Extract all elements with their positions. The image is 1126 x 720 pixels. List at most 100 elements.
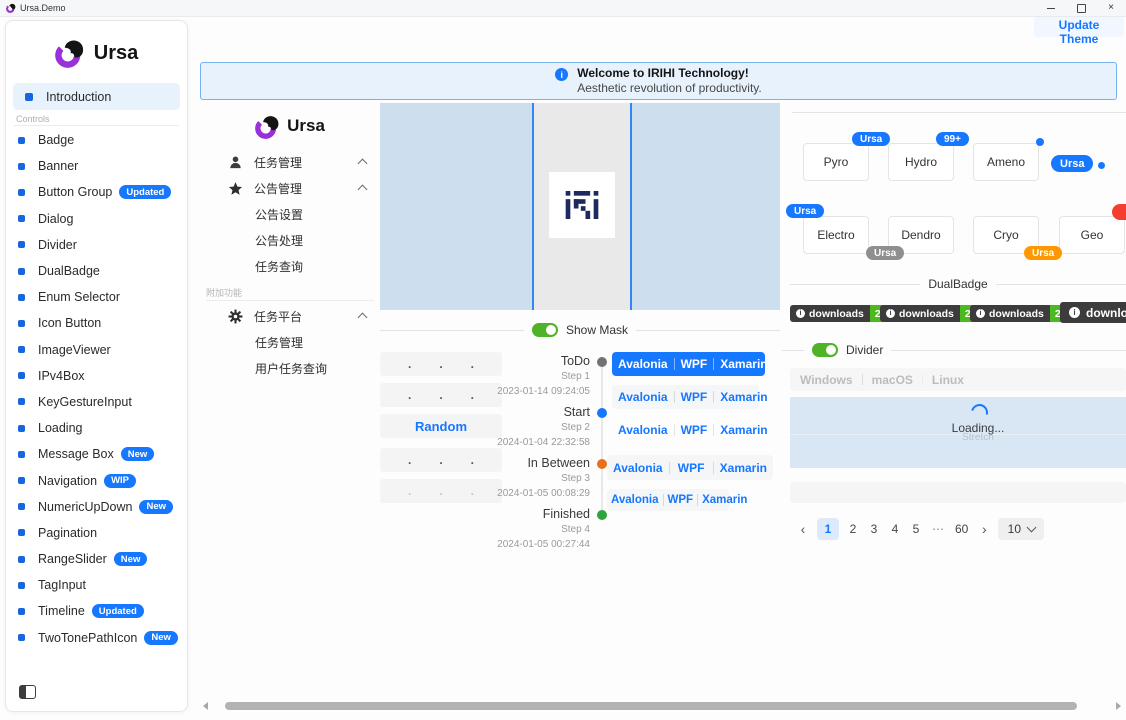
button-group-disabled: Windows macOS Linux	[790, 368, 1126, 391]
bullet-icon	[18, 398, 25, 405]
sidebar-item-twotonepathicon[interactable]: TwoTonePathIconNew	[6, 625, 187, 651]
sidebar-item-button-group[interactable]: Button GroupUpdated	[6, 179, 187, 205]
sidebar-item-message-box[interactable]: Message BoxNew	[6, 441, 187, 467]
ursa-logo-icon	[55, 38, 85, 68]
page-size-select[interactable]: 10	[998, 518, 1044, 540]
maximize-icon	[1077, 4, 1086, 13]
user-icon	[228, 155, 243, 170]
button-group-borderless: Avalonia WPF Xamarin	[612, 419, 765, 441]
scroll-right-arrow[interactable]	[1116, 702, 1121, 710]
xamarin-button[interactable]: Xamarin	[714, 357, 773, 371]
sidebar-item-badge[interactable]: Badge	[6, 127, 187, 153]
prev-page-button[interactable]: ‹	[796, 518, 810, 540]
menu-item-announcement-management[interactable]: 公告管理	[200, 175, 380, 201]
page-button-1[interactable]: 1	[817, 518, 839, 540]
sidebar-item-pagination[interactable]: Pagination	[6, 520, 187, 546]
more-pages-button[interactable]: ⋯	[930, 518, 946, 540]
divider	[782, 350, 804, 351]
menu-item-task-management-2[interactable]: 任务管理	[200, 329, 380, 355]
page-button-3[interactable]: 3	[867, 518, 881, 540]
minimize-button[interactable]	[1036, 0, 1066, 16]
divider	[996, 284, 1126, 285]
sidebar-item-ipv4box[interactable]: IPv4Box	[6, 363, 187, 389]
avalonia-button[interactable]: Avalonia	[607, 461, 669, 475]
sidebar-section-controls: Controls	[16, 114, 187, 124]
chevron-up-icon	[358, 185, 368, 195]
image-viewer[interactable]	[380, 103, 780, 310]
menu-item-announcement-settings[interactable]: 公告设置	[200, 201, 380, 227]
avalonia-button[interactable]: Avalonia	[612, 390, 674, 404]
xamarin-button[interactable]: Xamarin	[714, 390, 773, 404]
sidebar-item-banner[interactable]: Banner	[6, 153, 187, 179]
button-group-light: Avalonia WPF Xamarin	[612, 385, 759, 409]
wpf-button[interactable]: WPF	[675, 390, 714, 404]
bullet-icon	[18, 163, 25, 170]
sidebar-item-introduction[interactable]: Introduction	[13, 83, 180, 110]
bullet-icon	[18, 294, 25, 301]
sidebar-item-icon-button[interactable]: Icon Button	[6, 310, 187, 336]
sidebar-collapse-button[interactable]	[19, 685, 36, 699]
page-button-2[interactable]: 2	[846, 518, 860, 540]
avalonia-button[interactable]: Avalonia	[607, 494, 663, 506]
timeline-rail	[601, 365, 603, 515]
app-window: Ursa.Demo × Ursa Introduction Controls B…	[0, 0, 1126, 720]
close-icon: ×	[1108, 3, 1114, 13]
xamarin-button[interactable]: Xamarin	[714, 423, 773, 437]
wpf-button[interactable]: WPF	[675, 423, 714, 437]
next-page-button[interactable]: ›	[977, 518, 991, 540]
menu-item-task-query[interactable]: 任务查询	[200, 253, 380, 279]
sidebar-item-dualbadge[interactable]: DualBadge	[6, 258, 187, 284]
menu-item-announcement-processing[interactable]: 公告处理	[200, 227, 380, 253]
sidebar-item-enum-selector[interactable]: Enum Selector	[6, 284, 187, 310]
bullet-icon	[18, 268, 25, 275]
menu-item-task-management[interactable]: 任务管理	[200, 149, 380, 175]
menu-item-user-task-query[interactable]: 用户任务查询	[200, 355, 380, 381]
sidebar-item-navigation[interactable]: NavigationWIP	[6, 467, 187, 493]
page-button-4[interactable]: 4	[888, 518, 902, 540]
divider-toggle[interactable]	[812, 343, 838, 357]
bullet-icon	[18, 529, 25, 536]
sidebar-item-keygestureinput[interactable]: KeyGestureInput	[6, 389, 187, 415]
sidebar-item-taginput[interactable]: TagInput	[6, 572, 187, 598]
ursa-badge: Ursa	[786, 204, 824, 218]
placeholder-bar	[790, 482, 1126, 503]
show-mask-toggle[interactable]	[532, 323, 558, 337]
button-group-solid: Avalonia WPF Xamarin	[612, 352, 765, 376]
button-group-wide: Avalonia WPF Xamarin	[607, 455, 773, 480]
sidebar-item-imageviewer[interactable]: ImageViewer	[6, 337, 187, 363]
xamarin-button[interactable]: Xamarin	[698, 494, 751, 506]
sidebar-item-timeline[interactable]: TimelineUpdated	[6, 598, 187, 624]
divider	[380, 330, 524, 331]
avalonia-button[interactable]: Avalonia	[612, 357, 674, 371]
wpf-button[interactable]: WPF	[675, 357, 714, 371]
xamarin-button[interactable]: Xamarin	[714, 461, 773, 475]
scroll-left-arrow[interactable]	[203, 702, 208, 710]
maximize-button[interactable]	[1066, 0, 1096, 16]
update-theme-button[interactable]: Update Theme	[1034, 17, 1124, 37]
wpf-button[interactable]: WPF	[670, 461, 713, 475]
sidebar-item-loading[interactable]: Loading	[6, 415, 187, 441]
info-icon: i	[976, 309, 985, 318]
sidebar-item-numericupdown[interactable]: NumericUpDownNew	[6, 494, 187, 520]
menu-item-task-platform[interactable]: 任务平台	[200, 303, 380, 329]
page-button-5[interactable]: 5	[909, 518, 923, 540]
info-icon: i	[886, 309, 895, 318]
scrollbar-track[interactable]	[217, 702, 1107, 710]
wpf-button[interactable]: WPF	[664, 494, 698, 506]
bullet-icon	[18, 634, 25, 641]
scrollbar-thumb[interactable]	[225, 702, 1077, 710]
avalonia-button[interactable]: Avalonia	[612, 423, 674, 437]
close-button[interactable]: ×	[1096, 0, 1126, 16]
bullet-icon	[18, 215, 25, 222]
page-button-60[interactable]: 60	[953, 518, 970, 540]
bullet-icon	[18, 320, 25, 327]
dot-badge	[1036, 138, 1044, 146]
chevron-up-icon	[358, 159, 368, 169]
info-icon: i	[555, 68, 568, 81]
titlebar: Ursa.Demo ×	[0, 0, 1126, 17]
timeline-item: Start Step 2 2024-01-04 22:32:58	[460, 405, 590, 456]
bullet-icon	[18, 556, 25, 563]
sidebar-item-divider[interactable]: Divider	[6, 232, 187, 258]
sidebar-item-rangeslider[interactable]: RangeSliderNew	[6, 546, 187, 572]
sidebar-item-dialog[interactable]: Dialog	[6, 206, 187, 232]
